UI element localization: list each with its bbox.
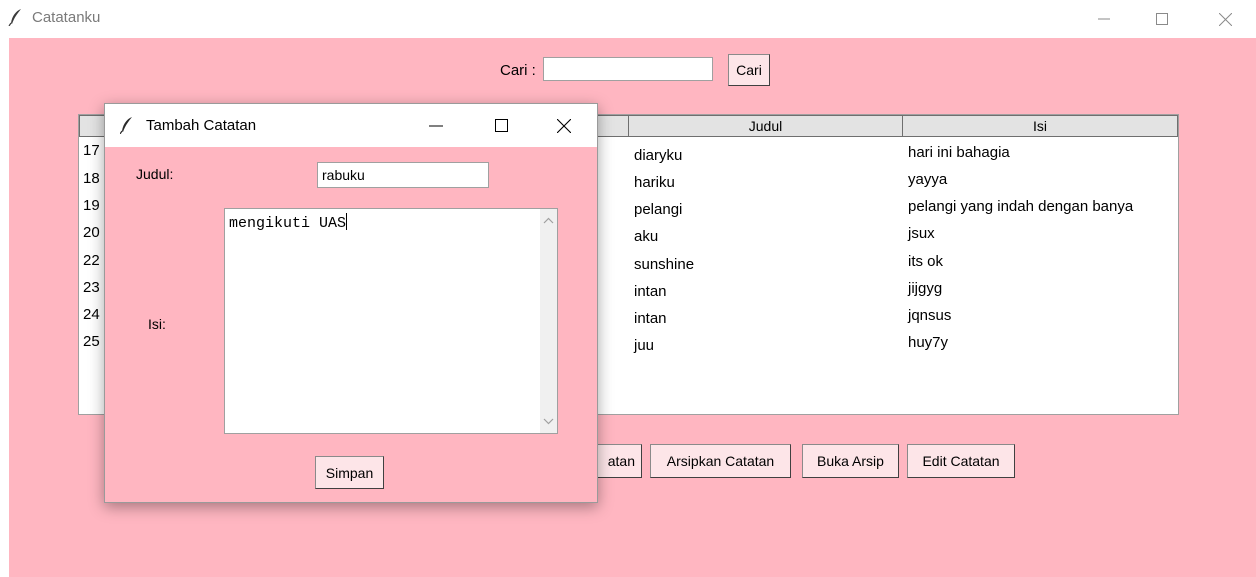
table-cell-isi: jqnsus	[908, 307, 952, 324]
table-cell-id: 22	[83, 252, 100, 269]
table-cell-judul: diaryku	[634, 147, 683, 164]
search-label: Cari :	[500, 62, 536, 79]
edit-note-button[interactable]: Edit Catatan	[907, 444, 1015, 478]
maximize-icon	[494, 119, 508, 132]
table-cell-judul: juu	[634, 337, 655, 354]
table-cell-id: 19	[83, 197, 100, 214]
minimize-button[interactable]	[1081, 0, 1127, 38]
close-icon	[1218, 12, 1232, 26]
table-cell-judul: pelangi	[634, 201, 683, 218]
search-button[interactable]: Cari	[728, 54, 770, 86]
table-cell-id: 24	[83, 306, 100, 323]
dialog-close-button[interactable]	[541, 104, 587, 147]
feather-icon	[8, 9, 21, 26]
table-cell-judul: intan	[634, 283, 667, 300]
feather-icon	[120, 117, 132, 134]
table-cell-judul: aku	[634, 228, 659, 245]
isi-textarea[interactable]: mengikuti UAS	[224, 208, 558, 434]
window-title: Catatanku	[32, 9, 101, 26]
judul-label: Judul:	[136, 166, 174, 182]
table-cell-isi: jsux	[908, 225, 935, 242]
judul-input[interactable]	[317, 162, 489, 188]
table-cell-isi: yayya	[908, 171, 948, 188]
column-header-judul[interactable]: Judul	[628, 115, 903, 137]
table-cell-id: 23	[83, 279, 100, 296]
close-button[interactable]	[1202, 0, 1248, 38]
minimize-icon	[429, 125, 443, 126]
table-cell-id: 25	[83, 333, 100, 350]
search-input[interactable]	[543, 57, 713, 81]
table-cell-id: 18	[83, 170, 100, 187]
table-cell-judul: intan	[634, 310, 667, 327]
close-icon	[557, 118, 571, 133]
maximize-icon	[1156, 13, 1168, 25]
main-titlebar: Catatanku	[0, 0, 1256, 38]
dialog-title: Tambah Catatan	[146, 117, 257, 134]
add-note-dialog: Tambah Catatan Judul: Isi: mengikuti UAS…	[104, 103, 598, 503]
scroll-up-icon[interactable]	[543, 217, 554, 225]
vertical-scrollbar[interactable]	[540, 209, 557, 433]
save-button[interactable]: Simpan	[315, 456, 384, 489]
table-cell-judul: hariku	[634, 174, 675, 191]
dialog-titlebar: Tambah Catatan	[105, 104, 597, 147]
table-cell-isi: jijgyg	[908, 280, 943, 297]
isi-label: Isi:	[148, 316, 166, 332]
isi-text: mengikuti UAS	[229, 215, 347, 232]
table-cell-isi: pelangi yang indah dengan banya	[908, 198, 1134, 215]
table-cell-isi: hari ini bahagia	[908, 144, 1010, 161]
text-caret	[346, 213, 348, 230]
minimize-icon	[1098, 18, 1110, 20]
open-archive-button[interactable]: Buka Arsip	[802, 444, 899, 478]
table-cell-id: 17	[83, 142, 100, 159]
table-cell-judul: sunshine	[634, 256, 695, 273]
scroll-down-icon[interactable]	[543, 417, 554, 425]
column-header-isi[interactable]: Isi	[902, 115, 1178, 137]
dialog-minimize-button[interactable]	[413, 104, 459, 147]
table-cell-isi: huy7y	[908, 334, 949, 351]
maximize-button[interactable]	[1139, 0, 1185, 38]
table-cell-isi: its ok	[908, 253, 944, 270]
table-cell-id: 20	[83, 224, 100, 241]
archive-note-button[interactable]: Arsipkan Catatan	[650, 444, 791, 478]
dialog-maximize-button[interactable]	[478, 104, 524, 147]
